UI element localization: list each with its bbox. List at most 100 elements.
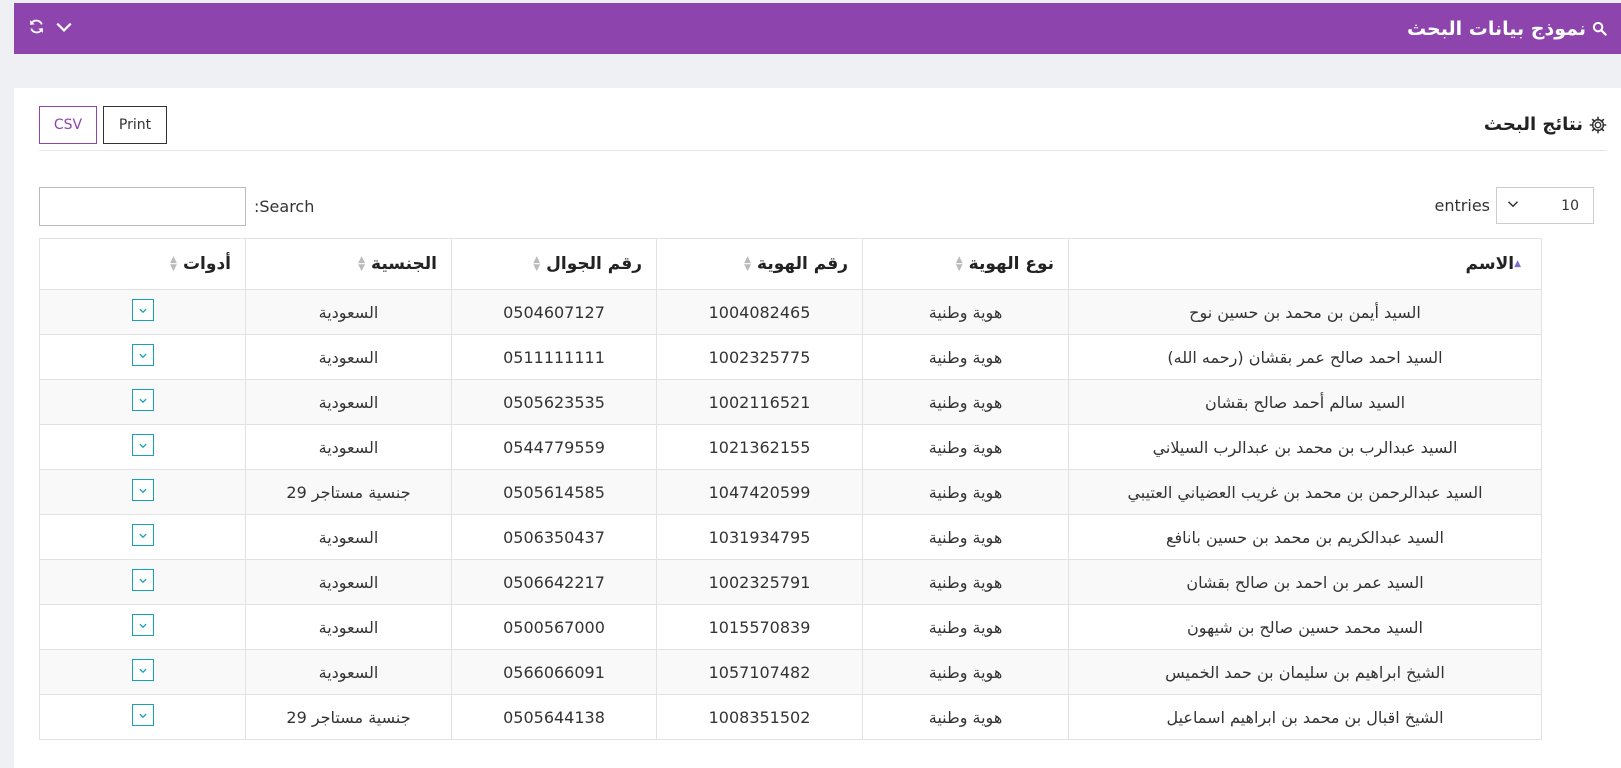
cell-tools bbox=[39, 379, 246, 425]
cell-id-type: هوية وطنية bbox=[862, 379, 1069, 425]
cell-tools bbox=[39, 604, 246, 650]
cell-id-number: 1047420599 bbox=[656, 469, 863, 515]
cell-mobile: 0506642217 bbox=[451, 559, 657, 605]
cell-name: السيد أيمن بن محمد بن حسين نوح bbox=[1068, 289, 1542, 335]
form-title-text: نموذج بيانات البحث bbox=[1406, 17, 1586, 40]
chevron-down-icon bbox=[1507, 198, 1519, 214]
cell-id-type: هوية وطنية bbox=[862, 469, 1069, 515]
cell-tools bbox=[39, 289, 246, 335]
cell-mobile: 0505623535 bbox=[451, 379, 657, 425]
row-actions-button[interactable] bbox=[131, 434, 154, 456]
cell-name: السيد سالم أحمد صالح بقشان bbox=[1068, 379, 1542, 425]
chevron-down-icon[interactable] bbox=[55, 18, 73, 40]
csv-button[interactable]: CSV bbox=[39, 106, 97, 144]
cell-nationality: السعودية bbox=[245, 424, 452, 470]
cell-id-number: 1002325775 bbox=[656, 334, 863, 380]
sort-icon: ▲ ▼ bbox=[358, 255, 366, 273]
cell-id-type: هوية وطنية bbox=[862, 424, 1069, 470]
cell-id-number: 1004082465 bbox=[656, 289, 863, 335]
cell-tools bbox=[39, 469, 246, 515]
chevron-down-icon bbox=[138, 346, 148, 365]
cell-tools bbox=[39, 334, 246, 380]
row-actions-button[interactable] bbox=[131, 299, 154, 321]
row-actions-button[interactable] bbox=[131, 344, 154, 366]
column-header-tools[interactable]: أدوات▲ ▼ bbox=[39, 238, 246, 290]
column-header-id-type[interactable]: نوع الهوية▲ ▼ bbox=[862, 238, 1069, 290]
cell-mobile: 0500567000 bbox=[451, 604, 657, 650]
chevron-down-icon bbox=[138, 526, 148, 545]
chevron-down-icon bbox=[138, 661, 148, 680]
cell-tools bbox=[39, 694, 246, 740]
row-actions-button[interactable] bbox=[131, 389, 154, 411]
table-row: السيد محمد حسين صالح بن شيهون هوية وطنية 1… bbox=[39, 604, 1542, 650]
table-row: السيد عبدالرحمن بن محمد بن غريب العضياني… bbox=[39, 469, 1542, 515]
row-actions-button[interactable] bbox=[131, 524, 154, 546]
cell-name: السيد احمد صالح عمر بقشان (رحمه الله) bbox=[1068, 334, 1542, 380]
chevron-down-icon bbox=[138, 616, 148, 635]
table-row: الشيخ ابراهيم بن سليمان بن حمد الخميس هوي… bbox=[39, 649, 1542, 695]
cell-name: السيد محمد حسين صالح بن شيهون bbox=[1068, 604, 1542, 650]
results-panel: نتائج البحث CSV Print 10 entries Search:… bbox=[14, 88, 1621, 768]
cell-name: الشيخ ابراهيم بن سليمان بن حمد الخميس bbox=[1068, 649, 1542, 695]
cell-id-type: هوية وطنية bbox=[862, 694, 1069, 740]
cell-id-number: 1057107482 bbox=[656, 649, 863, 695]
sort-asc-icon: ▲ bbox=[1514, 259, 1521, 269]
table-row: السيد سالم أحمد صالح بقشان هوية وطنية 1002… bbox=[39, 379, 1542, 425]
cell-nationality: السعودية bbox=[245, 379, 452, 425]
page-length-label: entries bbox=[1434, 196, 1490, 215]
chevron-down-icon bbox=[138, 571, 148, 590]
cell-nationality: السعودية bbox=[245, 334, 452, 380]
column-header-mobile[interactable]: رقم الجوال▲ ▼ bbox=[451, 238, 657, 290]
chevron-down-icon bbox=[138, 706, 148, 725]
cell-id-type: هوية وطنية bbox=[862, 604, 1069, 650]
cell-id-number: 1015570839 bbox=[656, 604, 863, 650]
cell-nationality: السعودية bbox=[245, 559, 452, 605]
results-header: نتائج البحث CSV Print bbox=[39, 102, 1607, 151]
cell-id-number: 1002116521 bbox=[656, 379, 863, 425]
top-bar: نموذج بيانات البحث bbox=[14, 3, 1621, 54]
cell-id-type: هوية وطنية bbox=[862, 559, 1069, 605]
row-actions-button[interactable] bbox=[131, 614, 154, 636]
cell-id-number: 1008351502 bbox=[656, 694, 863, 740]
column-header-id-number[interactable]: رقم الهوية▲ ▼ bbox=[656, 238, 863, 290]
cell-nationality: جنسية مستاجر 29 bbox=[245, 469, 452, 515]
cell-tools bbox=[39, 424, 246, 470]
cell-name: السيد عمر بن احمد بن صالح بقشان bbox=[1068, 559, 1542, 605]
page-length-select[interactable]: 10 bbox=[1496, 187, 1594, 224]
chevron-down-icon bbox=[138, 481, 148, 500]
refresh-icon[interactable] bbox=[28, 18, 45, 39]
cell-mobile: 0544779559 bbox=[451, 424, 657, 470]
cell-mobile: 0505614585 bbox=[451, 469, 657, 515]
row-actions-button[interactable] bbox=[131, 569, 154, 591]
cell-name: السيد عبدالرب بن محمد بن عبدالرب السيلان… bbox=[1068, 424, 1542, 470]
cell-id-type: هوية وطنية bbox=[862, 649, 1069, 695]
row-actions-button[interactable] bbox=[131, 659, 154, 681]
cell-mobile: 0511111111 bbox=[451, 334, 657, 380]
page-length-value: 10 bbox=[1561, 197, 1579, 214]
search-input[interactable] bbox=[39, 187, 246, 226]
cell-tools bbox=[39, 559, 246, 605]
row-actions-button[interactable] bbox=[131, 479, 154, 501]
sort-icon: ▲ ▼ bbox=[955, 255, 963, 273]
search-label: Search: bbox=[254, 197, 315, 216]
sort-icon: ▲ ▼ bbox=[744, 255, 752, 273]
row-actions-button[interactable] bbox=[131, 704, 154, 726]
column-header-name[interactable]: ▲الاسم bbox=[1068, 238, 1542, 290]
results-title-text: نتائج البحث bbox=[1483, 114, 1583, 135]
cell-nationality: السعودية bbox=[245, 289, 452, 335]
print-button[interactable]: Print bbox=[103, 106, 167, 144]
cell-nationality: السعودية bbox=[245, 649, 452, 695]
cell-mobile: 0566066091 bbox=[451, 649, 657, 695]
cell-id-type: هوية وطنية bbox=[862, 514, 1069, 560]
results-title: نتائج البحث bbox=[1484, 114, 1607, 135]
chevron-down-icon bbox=[138, 391, 148, 410]
sort-icon: ▲ ▼ bbox=[170, 255, 177, 273]
column-header-nationality[interactable]: الجنسية▲ ▼ bbox=[245, 238, 452, 290]
cell-id-type: هوية وطنية bbox=[862, 289, 1069, 335]
chevron-down-icon bbox=[138, 436, 148, 455]
cell-nationality: السعودية bbox=[245, 604, 452, 650]
results-table: ▲الاسم نوع الهوية▲ ▼ رقم الهوية▲ ▼ رقم الج… bbox=[39, 238, 1542, 740]
cell-name: الشيخ اقبال بن محمد بن ابراهيم اسماعيل bbox=[1068, 694, 1542, 740]
table-header-row: ▲الاسم نوع الهوية▲ ▼ رقم الهوية▲ ▼ رقم الج… bbox=[39, 238, 1542, 290]
table-row: السيد عمر بن احمد بن صالح بقشان هوية وطني… bbox=[39, 559, 1542, 605]
